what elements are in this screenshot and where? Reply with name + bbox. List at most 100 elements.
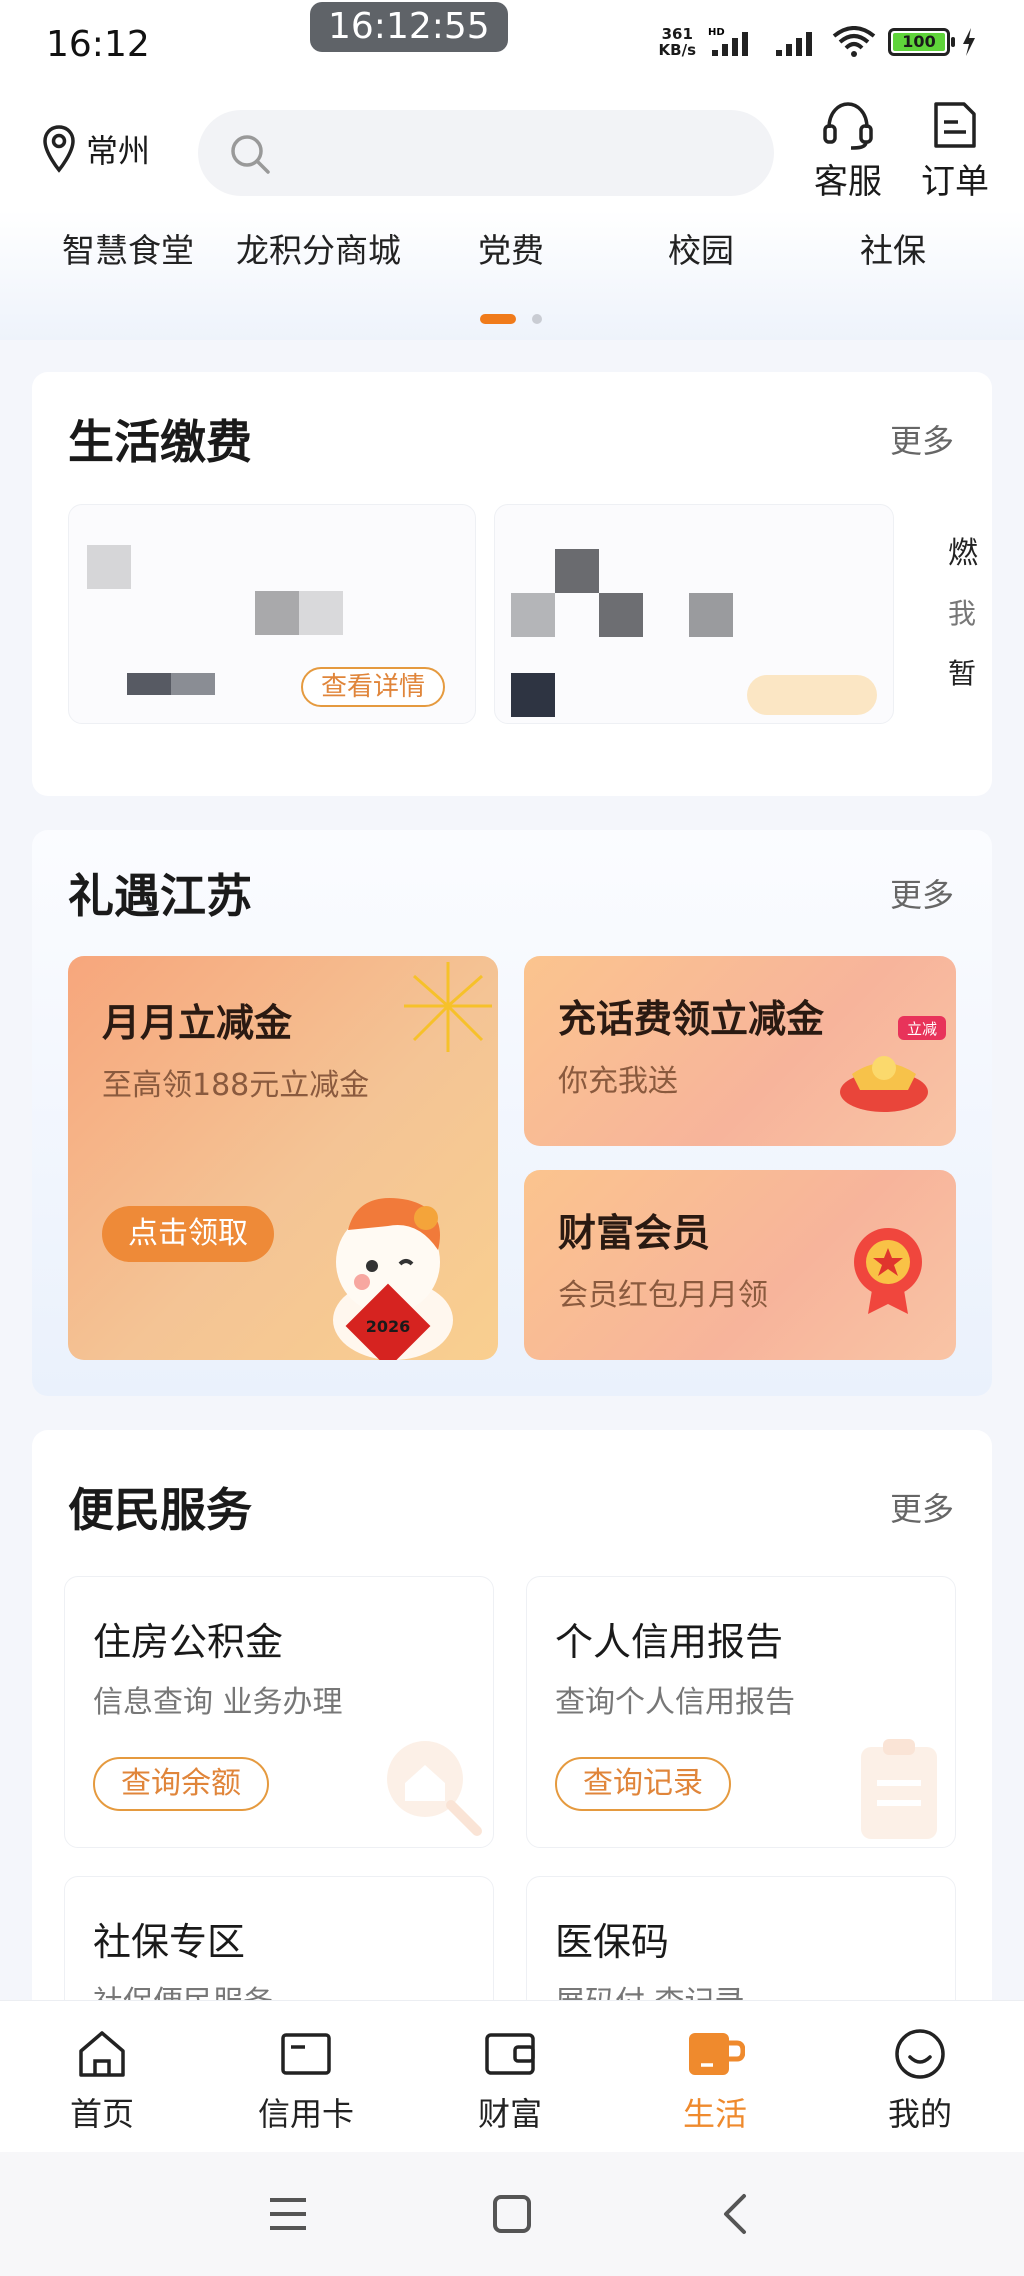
- tab-me[interactable]: 我的: [850, 2027, 990, 2135]
- blurred-region: [511, 673, 555, 717]
- status-time: 16:12: [46, 24, 150, 65]
- life-payment-title: 生活缴费: [68, 415, 252, 469]
- check-balance-button[interactable]: 查询余额: [93, 1757, 269, 1811]
- blurred-region: [87, 545, 131, 589]
- tab-credit-card[interactable]: 信用卡: [236, 2027, 376, 2135]
- customer-service-label: 客服: [814, 162, 882, 202]
- gold-ingot-icon: 立减: [840, 1016, 946, 1112]
- headset-icon: [823, 102, 873, 150]
- blurred-region: [299, 591, 343, 635]
- orders-button[interactable]: 订单: [915, 100, 995, 203]
- location-selector[interactable]: 常州: [42, 124, 150, 174]
- credit-report-tile[interactable]: 个人信用报告 查询个人信用报告 查询记录: [526, 1576, 956, 1848]
- credit-report-title: 个人信用报告: [555, 1620, 784, 1664]
- wifi-icon: [832, 26, 876, 57]
- blurred-region: [599, 593, 643, 637]
- payment-tile-partial[interactable]: 燃 我 暂: [932, 504, 1002, 724]
- back-icon[interactable]: [714, 2192, 758, 2236]
- promo-more-link[interactable]: 更多: [890, 870, 954, 916]
- partial-tile-text: 燃: [948, 536, 978, 571]
- orders-label: 订单: [921, 162, 989, 202]
- status-icons: 361 KB/s HD 100: [659, 26, 976, 58]
- phone-recharge-subtitle: 你充我送: [558, 1064, 678, 1099]
- partial-tile-text: 暂: [948, 657, 977, 690]
- battery-icon: 100: [888, 28, 955, 56]
- tab-wealth[interactable]: 财富: [440, 2027, 580, 2135]
- services-title: 便民服务: [68, 1483, 252, 1537]
- wealth-member-banner[interactable]: 财富会员 会员红包月月领: [524, 1170, 956, 1360]
- screen-recorder-clock: 16:12:55: [310, 2, 508, 52]
- net-speed-value: 361: [661, 25, 693, 43]
- blurred-region: [555, 549, 599, 593]
- quick-nav-item[interactable]: 智慧食堂: [62, 224, 194, 272]
- services-more-link[interactable]: 更多: [890, 1484, 954, 1530]
- bottom-tab-bar: 首页 信用卡 财富 生活 我的: [0, 2000, 1024, 2152]
- wealth-member-subtitle: 会员红包月月领: [558, 1278, 768, 1313]
- tab-credit-card-label: 信用卡: [257, 2095, 354, 2133]
- battery-level: 100: [893, 33, 945, 51]
- medical-code-title: 医保码: [555, 1920, 670, 1964]
- claim-button[interactable]: 点击领取: [102, 1206, 274, 1262]
- wallet-icon: [485, 2033, 535, 2075]
- blurred-button: [747, 675, 877, 715]
- blurred-region: [255, 591, 299, 635]
- search-input[interactable]: [198, 110, 774, 196]
- quick-nav-item[interactable]: 党费: [478, 224, 544, 272]
- quick-nav-item[interactable]: 龙积分商城: [236, 224, 401, 272]
- net-speed-unit: KB/s: [658, 41, 696, 59]
- location-pin-icon: [43, 125, 75, 173]
- network-speed: 361 KB/s: [659, 26, 696, 58]
- life-payment-more-link[interactable]: 更多: [890, 416, 954, 462]
- quick-nav: 智慧食堂 龙积分商城 党费 校园 社保: [0, 210, 1024, 340]
- credit-report-subtitle: 查询个人信用报告: [555, 1685, 795, 1720]
- housing-fund-tile[interactable]: 住房公积金 信息查询 业务办理 查询余额: [64, 1576, 494, 1848]
- search-icon: [231, 135, 270, 174]
- tab-me-label: 我的: [887, 2095, 952, 2133]
- status-bar: 16:12 16:12:55 361 KB/s HD 100: [0, 0, 1024, 90]
- view-details-button[interactable]: 查看详情: [301, 667, 446, 707]
- social-security-title: 社保专区: [93, 1920, 246, 1964]
- carousel-dot: [532, 314, 542, 324]
- blurred-region: [171, 673, 215, 695]
- mascot-horse-icon: 2026: [333, 1198, 453, 1360]
- home-icon: [79, 2031, 125, 2077]
- tab-life-label: 生活: [682, 2095, 747, 2133]
- monthly-coupon-subtitle: 至高领188元立减金: [102, 1068, 370, 1103]
- housing-fund-subtitle: 信息查询 业务办理: [93, 1685, 343, 1720]
- menu-icon[interactable]: [266, 2192, 310, 2236]
- blurred-region: [511, 593, 555, 637]
- quick-nav-item[interactable]: 社保: [860, 224, 926, 272]
- smiley-icon: [895, 2029, 945, 2079]
- location-label: 常州: [86, 132, 151, 170]
- phone-recharge-title: 充话费领立减金: [558, 997, 825, 1041]
- discount-badge: 立减: [907, 1020, 937, 1038]
- tab-life[interactable]: 生活: [645, 2027, 785, 2135]
- services-card: 便民服务 更多 住房公积金 信息查询 业务办理 查询余额 个人信用报告 查询个人…: [32, 1430, 992, 2076]
- customer-service-button[interactable]: 客服: [808, 100, 888, 203]
- charging-icon: [963, 28, 975, 56]
- home-square-icon[interactable]: [490, 2192, 534, 2236]
- signal-icon: [776, 32, 812, 56]
- monthly-coupon-title: 月月立减金: [102, 1001, 293, 1045]
- query-records-button[interactable]: 查询记录: [555, 1757, 731, 1811]
- payment-tile[interactable]: 查看详情: [68, 504, 476, 724]
- partial-tile-text: 我: [948, 597, 977, 630]
- blurred-region: [689, 593, 733, 637]
- signal-hd-icon: HD: [708, 27, 748, 56]
- carousel-dot-active: [480, 314, 516, 324]
- coffee-cup-icon: [689, 2033, 745, 2075]
- system-nav-bar: [0, 2152, 1024, 2276]
- quick-nav-item[interactable]: 校园: [668, 224, 734, 272]
- phone-recharge-banner[interactable]: 充话费领立减金 你充我送 立减: [524, 956, 956, 1146]
- tab-home-label: 首页: [69, 2095, 134, 2133]
- svg-text:HD: HD: [708, 27, 725, 38]
- tab-home[interactable]: 首页: [32, 2027, 172, 2135]
- payment-tile[interactable]: [494, 504, 894, 724]
- promo-title: 礼遇江苏: [68, 869, 252, 923]
- clipboard-icon: [861, 1739, 937, 1839]
- top-header: 常州 客服 订单: [0, 90, 1024, 210]
- housing-fund-title: 住房公积金: [93, 1620, 284, 1664]
- monthly-coupon-banner[interactable]: 月月立减金 至高领188元立减金 点击领取 2026: [68, 956, 498, 1360]
- blurred-region: [127, 673, 171, 695]
- fireworks-decoration: [404, 962, 492, 1052]
